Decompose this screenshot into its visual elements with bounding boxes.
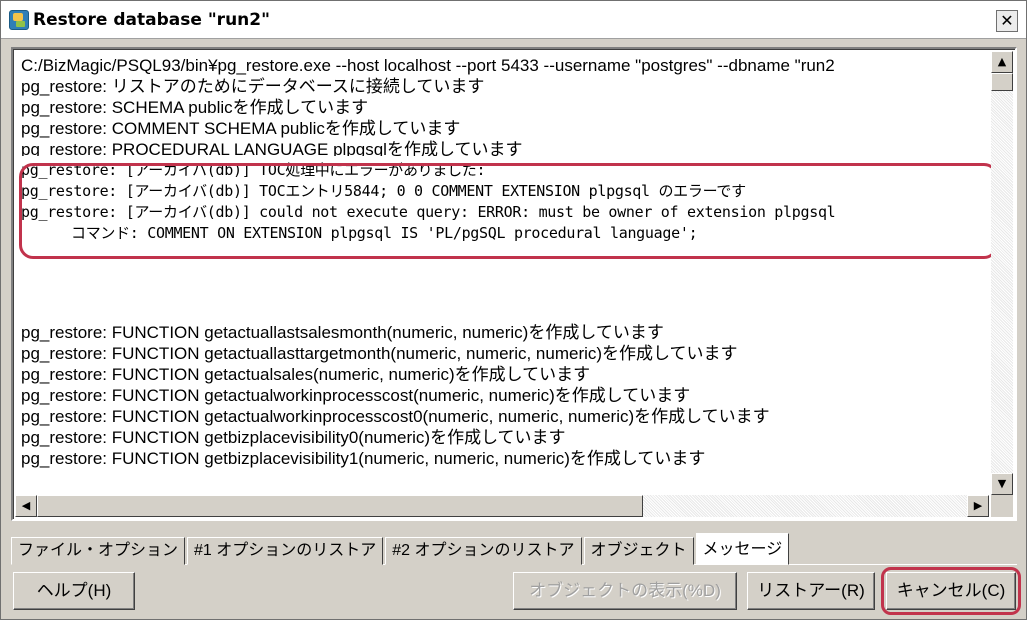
message-log[interactable]: C:/BizMagic/PSQL93/bin¥pg_restore.exe --…: [11, 47, 1017, 521]
help-button[interactable]: ヘルプ(H): [13, 572, 135, 610]
tab-strip: ファイル・オプション #1 オプションのリストア #2 オプションのリストア オ…: [11, 531, 791, 565]
log-line: pg_restore: FUNCTION getactuallasttarget…: [21, 344, 738, 363]
log-line: pg_restore: FUNCTION getactuallastsalesm…: [21, 323, 664, 342]
log-line: pg_restore: PROCEDURAL LANGUAGE plpgsqlを…: [21, 140, 523, 156]
log-line: pg_restore: FUNCTION getbizplacevisibili…: [21, 449, 706, 468]
scroll-up-arrow-icon[interactable]: ▲: [991, 51, 1013, 73]
cancel-button[interactable]: キャンセル(C): [886, 572, 1016, 610]
error-line: コマンド: COMMENT ON EXTENSION plpgsql IS 'P…: [71, 224, 698, 242]
show-objects-button[interactable]: オブジェクトの表示(%D): [513, 572, 737, 610]
tab-restore-options-2[interactable]: #2 オプションのリストア: [385, 537, 582, 565]
tab-restore-options-1[interactable]: #1 オプションのリストア: [187, 537, 384, 565]
log-line: pg_restore: FUNCTION getactualworkinproc…: [21, 386, 691, 405]
vertical-scroll-thumb[interactable]: [991, 73, 1013, 91]
log-line: pg_restore: FUNCTION getactualworkinproc…: [21, 407, 770, 426]
horizontal-scrollbar[interactable]: ◀ ▶: [15, 495, 989, 517]
log-line: C:/BizMagic/PSQL93/bin¥pg_restore.exe --…: [21, 56, 835, 75]
tab-objects[interactable]: オブジェクト: [583, 537, 694, 565]
close-button[interactable]: ✕: [996, 10, 1018, 32]
log-line: pg_restore: COMMENT SCHEMA publicを作成していま…: [21, 119, 461, 138]
scroll-left-arrow-icon[interactable]: ◀: [15, 495, 37, 517]
tab-file-options[interactable]: ファイル・オプション: [11, 537, 186, 565]
app-icon: [9, 10, 29, 30]
scrollbar-corner: [991, 495, 1013, 517]
error-line: pg_restore: [アーカイバ(db)] could not execut…: [21, 203, 836, 221]
restore-dialog: Restore database "run2" ✕ C:/BizMagic/PS…: [0, 0, 1027, 620]
horizontal-scroll-thumb[interactable]: [37, 495, 643, 517]
blank-space: [21, 244, 983, 322]
window-title: Restore database "run2": [33, 10, 270, 30]
scroll-right-arrow-icon[interactable]: ▶: [967, 495, 989, 517]
error-line: pg_restore: [アーカイバ(db)] TOCエントリ5844; 0 0…: [21, 182, 746, 200]
log-content: C:/BizMagic/PSQL93/bin¥pg_restore.exe --…: [21, 55, 983, 491]
log-line: pg_restore: FUNCTION getbizplacevisibili…: [21, 428, 566, 447]
scroll-down-arrow-icon[interactable]: ▼: [991, 473, 1013, 495]
log-line: pg_restore: リストアのためにデータベースに接続しています: [21, 77, 485, 96]
vertical-scrollbar[interactable]: ▲ ▼: [991, 51, 1013, 495]
restore-button[interactable]: リストアー(R): [747, 572, 875, 610]
title-bar[interactable]: Restore database "run2" ✕: [1, 1, 1026, 39]
tab-messages[interactable]: メッセージ: [695, 533, 790, 565]
log-line: pg_restore: SCHEMA publicを作成しています: [21, 98, 369, 117]
log-line: pg_restore: FUNCTION getactualsales(nume…: [21, 365, 591, 384]
error-line: pg_restore: [アーカイバ(db)] TOC処理中にエラーがありました…: [21, 161, 486, 179]
